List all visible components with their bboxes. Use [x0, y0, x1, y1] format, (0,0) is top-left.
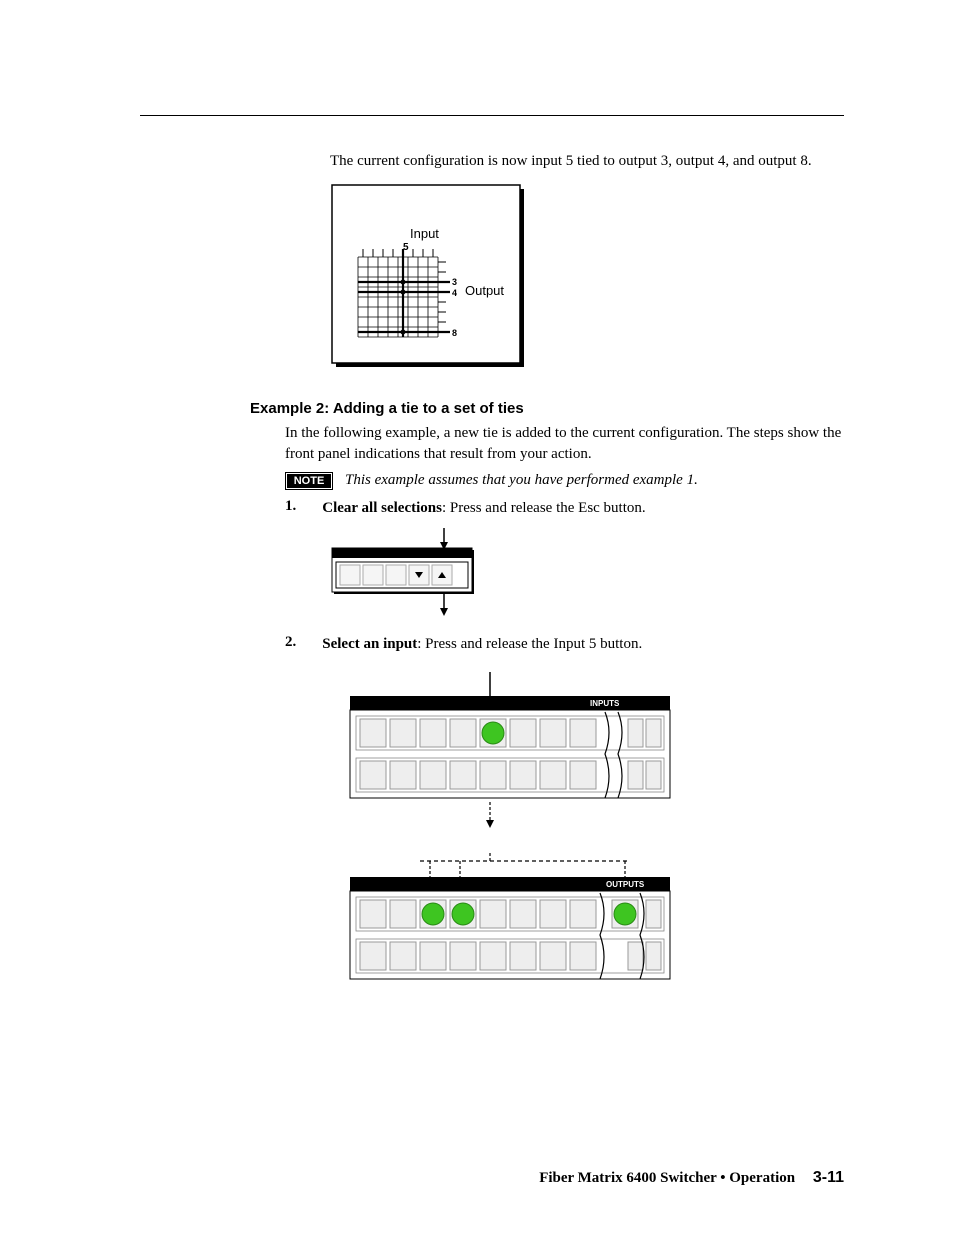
- intro-paragraph: The current configuration is now input 5…: [330, 151, 844, 171]
- page-footer: Fiber Matrix 6400 Switcher • Operation 3…: [539, 1169, 844, 1187]
- example-heading: Example 2: Adding a tie to a set of ties: [250, 400, 844, 417]
- note-text: This example assumes that you have perfo…: [345, 472, 698, 489]
- example-paragraph: In the following example, a new tie is a…: [285, 423, 844, 464]
- inputs-label: INPUTS: [590, 699, 620, 708]
- top-rule: [140, 115, 844, 116]
- footer-page-number: 3-11: [813, 1169, 844, 1186]
- out-4: 4: [452, 288, 457, 298]
- esc-panel-figure: [330, 528, 844, 628]
- out-3: 3: [452, 277, 457, 287]
- input-label: Input: [410, 226, 439, 241]
- matrix-figure: Input 5: [330, 183, 844, 378]
- step-1: 1. Clear all selections: Press and relea…: [285, 498, 844, 518]
- step-2-text: Select an input: Press and release the I…: [322, 634, 844, 654]
- outputs-label: OUTPUTS: [606, 880, 645, 889]
- step-2: 2. Select an input: Press and release th…: [285, 634, 844, 654]
- inputs-panel-figure: INPUTS: [330, 672, 844, 847]
- outputs-panel-figure: OUTPUTS: [330, 853, 844, 1008]
- output-label: Output: [465, 283, 504, 298]
- step-1-text: Clear all selections: Press and release …: [322, 498, 844, 518]
- note-row: NOTE This example assumes that you have …: [285, 472, 844, 490]
- step-2-num: 2.: [285, 634, 296, 654]
- out-8: 8: [452, 328, 457, 338]
- footer-product: Fiber Matrix 6400 Switcher • Operation: [539, 1170, 795, 1186]
- step-1-num: 1.: [285, 498, 296, 518]
- note-badge: NOTE: [285, 472, 333, 490]
